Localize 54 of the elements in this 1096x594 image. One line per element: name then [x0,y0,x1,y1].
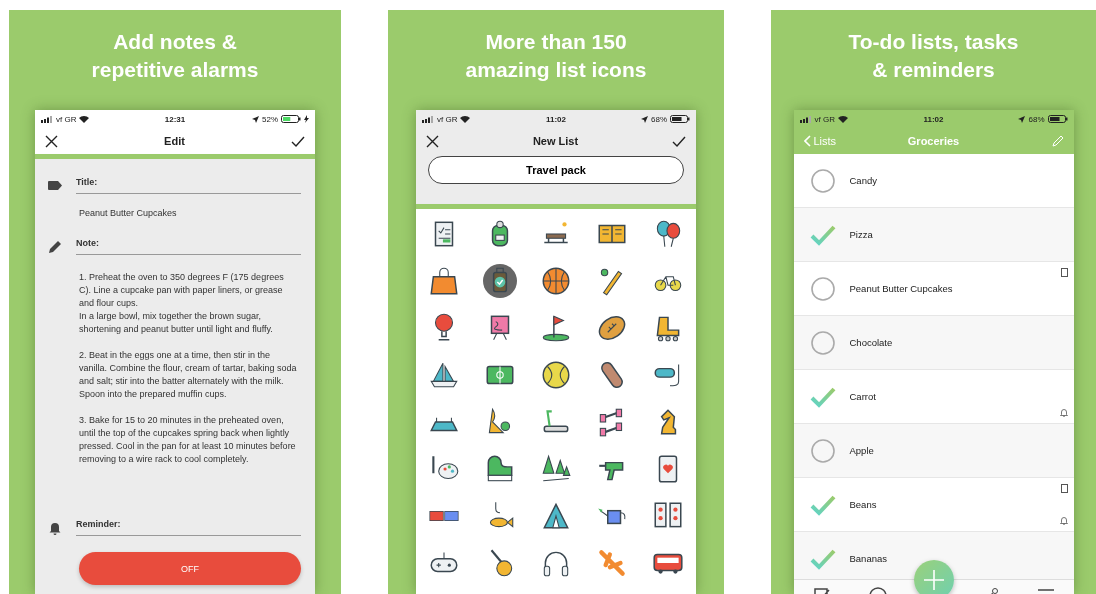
pencil-icon [48,239,62,254]
field-label: Reminder: [76,519,301,536]
checkmark-icon[interactable] [291,135,305,147]
item-name: Pizza [849,229,873,240]
carrier-name: vf GR [437,114,458,124]
wifi-icon [460,115,471,123]
note-paragraph: 1. Preheat the oven to 350 degrees F (175 degrees C). Line a cupcake pan with paper liners, or grease and flour cups. In a large bowl, mix together the brown sugar, shortening and peanut butter until light and fluffy. [79,271,285,336]
list-item[interactable]: Apple [793,424,1074,478]
list-item[interactable]: Pizza [793,208,1074,262]
signal-icon [422,115,434,123]
item-name: Bananas [849,553,887,564]
tag-icon [48,181,62,190]
list-name-field[interactable]: Travel pack [428,156,684,184]
charging-bolt-icon [304,115,309,123]
status-time: 12:31 [163,114,187,124]
carrier-name: vf GR [56,114,77,124]
suitcase-icon[interactable] [483,264,517,298]
note-paragraph: 2. Beat in the eggs one at a time, then stir in the vanilla. Combine the flour, cream of tartar, baking soda and salt; stir into the batter alternately with the milk. Spoon into the prepared muffin cups. [79,349,297,401]
wifi-icon [79,115,90,123]
location-arrow-icon [641,115,648,123]
battery-percent: 52% [262,114,278,124]
signal-icon [799,115,812,123]
list-item[interactable]: Chocolate [793,316,1074,370]
screen-title: Edit [163,135,186,147]
note-paragraph: 3. Bake for 15 to 20 minutes in the preheated oven, until the top of the cupcakes spring back when lightly pressed. Cool in the pan for at least 10 minutes before removing to a wire rack to cool completely. [79,414,297,466]
list-item[interactable]: Bananas [793,532,1074,579]
item-name: Chocolate [849,337,893,348]
item-name: Peanut Butter Cupcakes [849,283,953,294]
item-name: Candy [849,175,877,186]
signal-icon [41,115,53,123]
promo-headline: To-do lists, tasks & reminders [848,29,1019,83]
status-time: 11:02 [545,114,567,124]
wifi-icon [837,115,848,123]
screen-title: Groceries [906,135,961,147]
item-name: Beans [849,499,877,510]
status-time: 11:02 [922,114,945,124]
close-icon[interactable] [426,134,439,148]
field-label: Title: [76,177,301,194]
carrier-name: vf GR [814,114,835,124]
battery-percent: 68% [651,114,667,124]
screen-title: New List [531,135,580,147]
item-name: Apple [849,445,874,456]
promo-headline: Add notes & repetitive alarms [91,29,259,83]
battery-percent: 68% [1028,114,1045,124]
bell-icon [48,520,62,535]
location-arrow-icon [1018,115,1026,123]
close-icon[interactable] [45,134,58,148]
title-value[interactable]: Peanut Butter Cupcakes [79,208,301,218]
reminder-toggle-button[interactable]: OFF [79,552,301,585]
location-arrow-icon [252,115,259,123]
promo-headline: More than 150 amazing list icons [465,29,647,83]
checkmark-icon[interactable] [672,135,686,147]
field-label: Note: [76,238,301,255]
item-name: Carrot [849,391,876,402]
